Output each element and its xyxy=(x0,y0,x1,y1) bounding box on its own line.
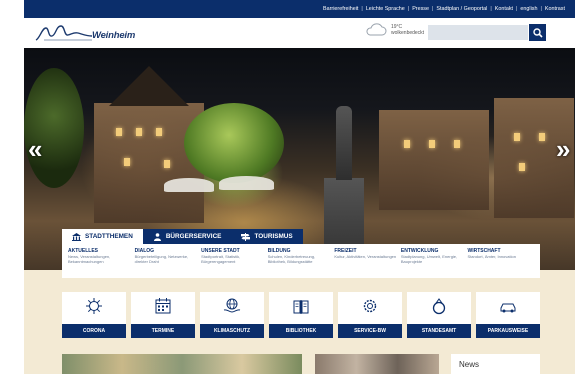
lit-window xyxy=(404,140,410,148)
site-logo[interactable]: Weinheim xyxy=(34,22,144,44)
quicklink-parkausweise[interactable]: Parkausweise xyxy=(476,292,540,338)
quicklink-label: Bibliothek xyxy=(269,324,333,338)
separator: | xyxy=(407,6,410,12)
teaser-image-people[interactable] xyxy=(315,354,439,374)
gear-icon xyxy=(363,299,377,313)
separator: | xyxy=(540,6,542,12)
quicklink-label: Corona xyxy=(62,324,126,338)
link-kontakt[interactable]: Kontakt xyxy=(495,6,513,12)
theme-aktuelles[interactable]: Aktuelles News, Veranstaltungen, Bekanntm… xyxy=(68,248,135,278)
umbrella xyxy=(164,178,214,192)
theme-description: Kultur, Aktivitäten, Veranstaltungen xyxy=(334,254,397,259)
quicklink-label: Service-BW xyxy=(338,324,402,338)
quicklink-termine[interactable]: Termine xyxy=(131,292,195,338)
tab-buergerservice[interactable]: Bürgerservice xyxy=(142,229,232,244)
house-roof xyxy=(109,66,189,106)
theme-description: Standort, Ämter, Innovation xyxy=(467,254,516,259)
lit-window xyxy=(136,128,142,136)
globe-hands-icon xyxy=(223,298,241,313)
theme-description: Schulen, Kinderbetreuung, Bibliothek, Bi… xyxy=(267,254,316,264)
news-heading: News xyxy=(459,360,480,369)
books-icon xyxy=(293,300,309,314)
link-stadtplan[interactable]: Stadtplan / Geoportal xyxy=(436,6,487,12)
separator: | xyxy=(431,6,434,12)
theme-wirtschaft[interactable]: Wirtschaft Standort, Ämter, Innovation xyxy=(467,248,534,278)
theme-freizeit[interactable]: Freizeit Kultur, Aktivitäten, Veranstaltu… xyxy=(334,248,401,278)
tab-stadtthemen[interactable]: Stadtthemen xyxy=(62,229,143,244)
umbrella xyxy=(219,176,274,190)
weather-description: wolkenbedeckt xyxy=(391,30,425,36)
site-header: Weinheim 19°C wolkenbedeckt xyxy=(24,18,575,48)
building-icon xyxy=(72,232,81,241)
quicklink-corona[interactable]: Corona xyxy=(62,292,126,338)
stadtthemen-panel: Aktuelles News, Veranstaltungen, Bekanntm… xyxy=(62,244,540,278)
search-button[interactable] xyxy=(529,24,546,41)
town-house xyxy=(379,110,489,210)
calendar-icon xyxy=(155,298,171,314)
lit-window xyxy=(164,160,170,168)
signpost-icon xyxy=(241,232,251,241)
theme-entwicklung[interactable]: Entwicklung Stadtplanung, Umwelt, Energie… xyxy=(401,248,468,278)
quicklink-label: Standesamt xyxy=(407,324,471,338)
car-icon xyxy=(500,303,516,313)
main-tabs: Stadtthemen Bürgerservice Tourismus xyxy=(62,229,303,244)
half-timbered-house xyxy=(94,103,204,223)
quicklink-label: Klimaschutz xyxy=(200,324,264,338)
lit-window xyxy=(124,158,130,166)
news-box[interactable]: News xyxy=(451,354,540,374)
lit-window xyxy=(429,140,435,148)
theme-bildung[interactable]: Bildung Schulen, Kinderbetreuung, Bibliot… xyxy=(268,248,335,278)
lit-window xyxy=(519,163,525,171)
tab-tourismus[interactable]: Tourismus xyxy=(231,229,303,244)
lit-window xyxy=(454,140,460,148)
separator: | xyxy=(361,6,363,12)
quicklinks-row: Corona Termine Klimaschutz Bibliothek Se… xyxy=(62,292,540,338)
theme-description: Bürgerbeteiligung, Netzwerke, direkter D… xyxy=(134,254,189,264)
theme-unsere-stadt[interactable]: Unsere Stadt Stadtportrait, Statistik, Bü… xyxy=(201,248,268,278)
separator: | xyxy=(490,6,492,12)
quicklink-service-bw[interactable]: Service-BW xyxy=(338,292,402,338)
logo-text: Weinheim xyxy=(92,30,136,41)
tree xyxy=(184,103,284,183)
slideshow-prev-arrow[interactable]: « xyxy=(28,136,42,162)
statue-figure xyxy=(336,106,352,180)
link-english[interactable]: english xyxy=(520,6,537,12)
ring-icon xyxy=(432,298,446,315)
lit-window xyxy=(539,133,545,141)
lit-window xyxy=(116,128,122,136)
link-leichte-sprache[interactable]: Leichte Sprache xyxy=(366,6,405,12)
theme-description: News, Veranstaltungen, Bekanntmachungen xyxy=(68,254,111,264)
lit-window xyxy=(156,128,162,136)
link-kontrast[interactable]: Kontrast xyxy=(545,6,565,12)
lit-window xyxy=(514,133,520,141)
search-icon xyxy=(532,27,543,38)
tab-label: Bürgerservice xyxy=(165,233,222,240)
quicklink-label: Termine xyxy=(131,324,195,338)
teaser-image-market[interactable] xyxy=(62,354,302,374)
tab-label: Tourismus xyxy=(254,233,293,240)
virus-icon xyxy=(86,298,102,314)
search-input[interactable] xyxy=(428,25,528,40)
theme-description: Stadtplanung, Umwelt, Energie, Bauprojek… xyxy=(400,254,458,264)
separator: | xyxy=(516,6,518,12)
logo-mountain-icon xyxy=(35,25,93,41)
quicklink-klimaschutz[interactable]: Klimaschutz xyxy=(200,292,264,338)
tab-label: Stadtthemen xyxy=(85,233,133,240)
slideshow-next-arrow[interactable]: » xyxy=(556,136,570,162)
tree-left xyxy=(24,68,84,188)
link-presse[interactable]: Presse xyxy=(412,6,429,12)
weather-widget: 19°C wolkenbedeckt xyxy=(365,23,424,37)
cloud-icon xyxy=(366,23,387,36)
quicklink-bibliothek[interactable]: Bibliothek xyxy=(269,292,333,338)
quicklink-label: Parkausweise xyxy=(476,324,540,338)
theme-description: Stadtportrait, Statistik, Bürgerengageme… xyxy=(201,254,241,264)
link-barrierefreiheit[interactable]: Barrierefreiheit xyxy=(323,6,358,12)
quicklink-standesamt[interactable]: Standesamt xyxy=(407,292,471,338)
person-icon xyxy=(153,232,161,241)
theme-dialog[interactable]: Dialog Bürgerbeteiligung, Netzwerke, dire… xyxy=(135,248,202,278)
top-utility-bar: Barrierefreiheit | Leichte Sprache | Press… xyxy=(24,0,575,18)
